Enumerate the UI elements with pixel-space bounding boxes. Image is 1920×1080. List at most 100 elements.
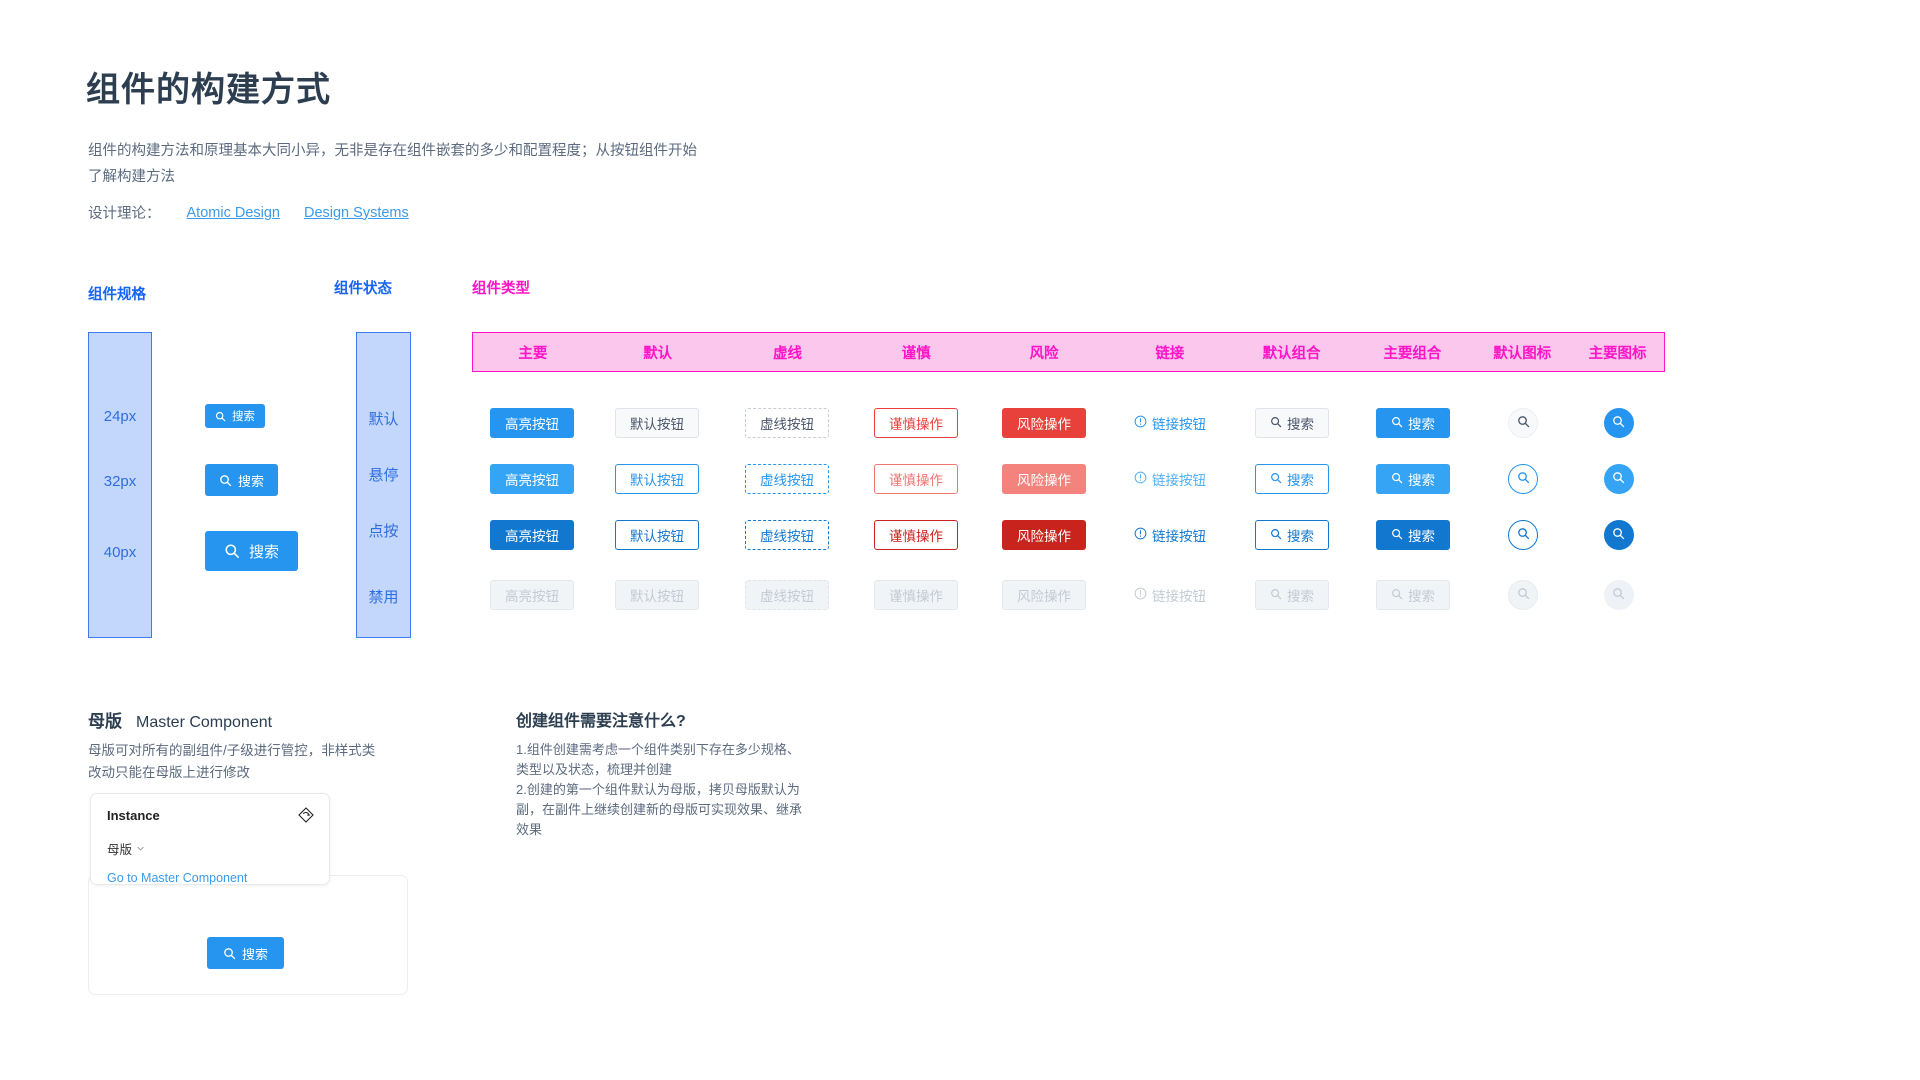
btn-risk-default[interactable]: 风险操作 [1002,408,1086,438]
page-description: 组件的构建方法和原理基本大同小异，无非是存在组件嵌套的多少和配置程度；从按钮组件… [88,143,697,185]
caption-component-types: 组件类型 [472,281,530,297]
search-icon [1612,415,1625,431]
instance-title: Instance [107,808,160,823]
btn-default-active[interactable]: 默认按钮 [615,520,699,550]
btn-label: 谨慎操作 [889,473,943,488]
btn-dashed-default[interactable]: 虚线按钮 [745,408,829,438]
search-icon [223,947,236,960]
btn-default-icon-default[interactable] [1508,408,1538,438]
design-theory-label: 设计理论： [88,206,161,222]
btn-label: 谨慎操作 [889,417,943,432]
btn-default-combo-hover[interactable]: 搜索 [1255,464,1329,494]
btn-label: 默认按钮 [630,589,684,604]
spec-demo-button-40[interactable]: 搜索 [205,531,299,571]
instance-master-selector[interactable]: 母版 [107,839,145,858]
type-col-primary-combo: 主要组合 [1383,345,1442,362]
search-icon [1391,528,1403,543]
btn-dashed-disabled: 虚线按钮 [745,580,829,610]
search-icon [1270,528,1282,543]
search-icon [224,543,240,559]
state-label-disabled: 禁用 [368,589,399,606]
btn-primary-active[interactable]: 高亮按钮 [490,520,574,550]
btn-primary-combo-default[interactable]: 搜索 [1376,408,1450,438]
btn-default-combo-disabled: 搜索 [1255,580,1329,610]
btn-label: 高亮按钮 [505,589,559,604]
search-icon [1612,527,1625,543]
btn-link-default[interactable]: 链接按钮 [1129,408,1211,438]
btn-primary-icon-disabled [1603,580,1634,610]
search-icon [219,474,232,487]
type-col-default: 默认 [643,345,673,362]
master-component-icon[interactable] [297,806,315,829]
spec-label-32: 32px [103,473,137,490]
btn-dashed-hover[interactable]: 虚线按钮 [745,464,829,494]
search-icon [1391,416,1403,431]
btn-default-combo-active[interactable]: 搜索 [1255,520,1329,550]
btn-link-active[interactable]: 链接按钮 [1129,520,1211,550]
link-design-systems[interactable]: Design Systems [304,205,409,221]
btn-label: 风险操作 [1017,473,1071,488]
btn-label: 默认按钮 [630,417,684,432]
design-theory-row: 设计理论： Atomic Design Design Systems [88,202,421,223]
btn-label: 链接按钮 [1152,417,1206,432]
btn-caution-default[interactable]: 谨慎操作 [874,408,958,438]
btn-risk-active[interactable]: 风险操作 [1002,520,1086,550]
search-icon [1517,527,1530,543]
master-description: 母版可对所有的副组件/子级进行管控，非样式类改动只能在母版上进行修改 [88,743,376,780]
exclamation-circle-icon [1134,587,1147,603]
btn-risk-disabled: 风险操作 [1002,580,1086,610]
btn-default-icon-hover[interactable] [1508,464,1538,494]
exclamation-circle-icon [1134,471,1147,487]
spec-demo-button-24[interactable]: 搜索 [205,404,265,428]
exclamation-circle-icon [1134,415,1147,431]
spec-label-24: 24px [103,408,137,425]
btn-primary-icon-hover[interactable] [1603,464,1634,494]
btn-default-combo-default[interactable]: 搜索 [1255,408,1329,438]
btn-label: 风险操作 [1017,529,1071,544]
btn-label: 高亮按钮 [505,473,559,488]
btn-default-icon-active[interactable] [1508,520,1538,550]
btn-label: 搜索 [1287,417,1314,432]
type-col-caution: 谨慎 [901,345,931,362]
spec-demo-button-40-label: 搜索 [249,543,280,561]
go-to-master-component-link[interactable]: Go to Master Component [107,871,247,885]
master-preview-search-button[interactable]: 搜索 [207,937,285,969]
master-preview-search-label: 搜索 [242,946,269,962]
btn-label: 搜索 [1287,529,1314,544]
btn-primary-combo-active[interactable]: 搜索 [1376,520,1450,550]
spec-demo-button-24-label: 搜索 [232,411,255,423]
spec-label-40: 40px [103,544,137,561]
btn-primary-hover[interactable]: 高亮按钮 [490,464,574,494]
btn-primary-combo-hover[interactable]: 搜索 [1376,464,1450,494]
btn-primary-combo-disabled: 搜索 [1376,580,1450,610]
search-icon [1270,416,1282,431]
btn-primary-icon-active[interactable] [1603,520,1634,550]
btn-primary-default[interactable]: 高亮按钮 [490,408,574,438]
btn-caution-active[interactable]: 谨慎操作 [874,520,958,550]
btn-primary-icon-default[interactable] [1603,408,1634,438]
master-heading-en: Master Component [136,714,273,731]
page-root: 组件的构建方式 组件的构建方法和原理基本大同小异，无非是存在组件嵌套的多少和配置… [0,0,1920,1080]
spec-demo-button-32-label: 搜索 [238,473,265,489]
btn-risk-hover[interactable]: 风险操作 [1002,464,1086,494]
btn-link-hover[interactable]: 链接按钮 [1129,464,1211,494]
page-title: 组件的构建方式 [86,71,331,109]
btn-label: 搜索 [1287,589,1314,604]
search-icon [1391,588,1403,603]
btn-caution-hover[interactable]: 谨慎操作 [874,464,958,494]
btn-label: 链接按钮 [1152,529,1206,544]
search-icon [1270,588,1282,603]
faq-body: 1.组件创建需考虑一个组件类别下存在多少规格、类型以及状态，梳理并创建 2.创建… [516,740,806,840]
type-col-default-icon: 默认图标 [1493,345,1552,362]
btn-default-default[interactable]: 默认按钮 [615,408,699,438]
btn-label: 高亮按钮 [505,417,559,432]
link-atomic-design[interactable]: Atomic Design [187,205,280,221]
btn-link-disabled: 链接按钮 [1129,580,1211,610]
btn-dashed-active[interactable]: 虚线按钮 [745,520,829,550]
btn-default-hover[interactable]: 默认按钮 [615,464,699,494]
spec-demo-button-32[interactable]: 搜索 [205,464,279,496]
btn-label: 链接按钮 [1152,589,1206,604]
btn-label: 高亮按钮 [505,529,559,544]
type-col-primary: 主要 [518,345,548,362]
btn-label: 虚线按钮 [760,417,814,432]
